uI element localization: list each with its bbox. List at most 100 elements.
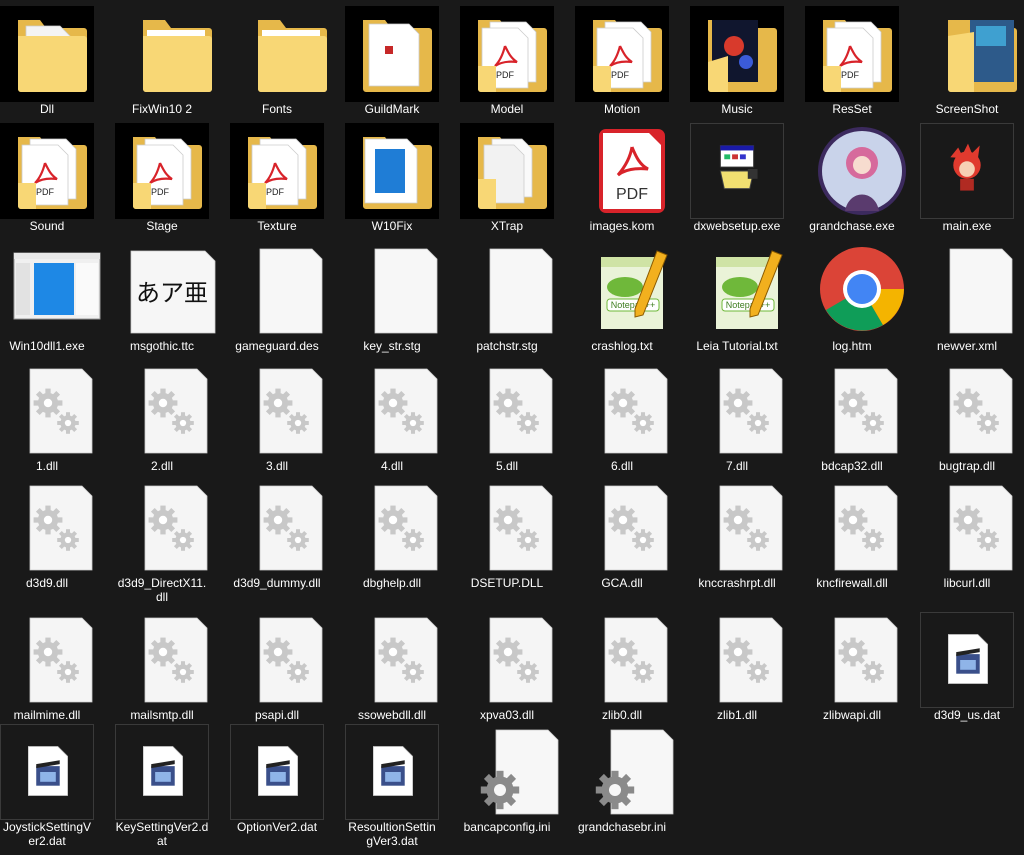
file-item[interactable]: zlib1.dll	[690, 612, 804, 728]
file-item[interactable]: d3d9_dummy.dll	[230, 480, 344, 596]
file-item[interactable]: KeySettingVer2.dat	[115, 724, 229, 848]
file-name: 2.dll	[150, 459, 173, 473]
file-item[interactable]: PDF Motion	[575, 6, 689, 122]
file-item[interactable]: Win10dll1.exe	[0, 243, 114, 359]
file-item[interactable]: log.htm	[805, 243, 919, 359]
file-item[interactable]: 4.dll	[345, 363, 459, 479]
file-item[interactable]: GCA.dll	[575, 480, 689, 596]
file-item[interactable]: ScreenShot	[920, 6, 1024, 122]
file-item[interactable]: Notepad++ crashlog.txt	[575, 243, 689, 359]
file-item[interactable]: 1.dll	[0, 363, 114, 479]
file-item[interactable]: FixWin10 2	[115, 6, 229, 122]
folder-pdf-icon: PDF	[115, 123, 209, 219]
file-name: GCA.dll	[601, 576, 643, 590]
file-name: Motion	[603, 102, 641, 116]
file-name: Model	[490, 102, 524, 116]
file-name: Music	[721, 102, 753, 116]
file-item[interactable]: knccrashrpt.dll	[690, 480, 804, 596]
file-item[interactable]: 2.dll	[115, 363, 229, 479]
file-item[interactable]: kncfirewall.dll	[805, 480, 919, 596]
file-item[interactable]: Music	[690, 6, 804, 122]
file-item[interactable]: GuildMark	[345, 6, 459, 122]
file-item[interactable]: Notepad++ Leia Tutorial.txt	[690, 243, 804, 359]
blank-file-icon	[920, 243, 1024, 339]
file-item[interactable]: W10Fix	[345, 123, 459, 239]
file-item[interactable]: ResoultionSettingVer3.dat	[345, 724, 459, 848]
file-name: GuildMark	[364, 102, 420, 116]
file-name: JoystickSettingVer2.dat	[2, 820, 92, 848]
file-item[interactable]: DSETUP.DLL	[460, 480, 574, 596]
file-name: kncfirewall.dll	[816, 576, 888, 590]
file-item[interactable]: 6.dll	[575, 363, 689, 479]
file-item[interactable]: dxwebsetup.exe	[690, 123, 804, 239]
game-avatar-icon	[805, 123, 919, 219]
file-grid: Dll FixWin10 2 Fonts GuildMark PDF Model PDF…	[0, 0, 1024, 855]
file-item[interactable]: Dll	[0, 6, 114, 122]
svg-text:PDF: PDF	[266, 187, 285, 197]
file-name: Fonts	[261, 102, 292, 116]
file-item[interactable]: PDF ResSet	[805, 6, 919, 122]
dll-file-icon	[115, 480, 229, 576]
file-item[interactable]: bdcap32.dll	[805, 363, 919, 479]
file-name: Sound	[29, 219, 65, 233]
file-item[interactable]: mailsmtp.dll	[115, 612, 229, 728]
file-item[interactable]: grandchase.exe	[805, 123, 919, 239]
file-item[interactable]: bugtrap.dll	[920, 363, 1024, 479]
file-item[interactable]: psapi.dll	[230, 612, 344, 728]
file-name: mailsmtp.dll	[130, 708, 194, 722]
file-item[interactable]: 3.dll	[230, 363, 344, 479]
file-item[interactable]: dbghelp.dll	[345, 480, 459, 596]
svg-text:PDF: PDF	[841, 70, 860, 80]
file-item[interactable]: あア亜 msgothic.ttc	[115, 243, 229, 359]
file-item[interactable]: d3d9_DirectX11.dll	[115, 480, 229, 604]
file-name: dbghelp.dll	[362, 576, 422, 590]
dll-file-icon	[575, 480, 689, 576]
file-item[interactable]: gameguard.des	[230, 243, 344, 359]
file-name: psapi.dll	[254, 708, 300, 722]
file-item[interactable]: newver.xml	[920, 243, 1024, 359]
dll-file-icon	[575, 363, 689, 459]
file-item[interactable]: d3d9.dll	[0, 480, 114, 596]
dll-file-icon	[805, 480, 919, 576]
file-item[interactable]: PDF Texture	[230, 123, 344, 239]
file-name: zlib0.dll	[601, 708, 643, 722]
file-name: main.exe	[942, 219, 992, 233]
dll-file-icon	[115, 363, 229, 459]
file-name: 5.dll	[495, 459, 518, 473]
file-name: gameguard.des	[235, 339, 319, 353]
file-item[interactable]: d3d9_us.dat	[920, 612, 1024, 728]
folder-blue-icon	[345, 123, 439, 219]
file-item[interactable]: patchstr.stg	[460, 243, 574, 359]
svg-text:PDF: PDF	[496, 70, 515, 80]
file-item[interactable]: libcurl.dll	[920, 480, 1024, 596]
file-item[interactable]: 7.dll	[690, 363, 804, 479]
file-item[interactable]: ssowebdll.dll	[345, 612, 459, 728]
window-exe-icon	[0, 243, 114, 339]
file-name: 4.dll	[380, 459, 403, 473]
file-name: zlibwapi.dll	[822, 708, 882, 722]
file-item[interactable]: PDF images.kom	[575, 123, 689, 239]
file-item[interactable]: key_str.stg	[345, 243, 459, 359]
file-name: newver.xml	[936, 339, 998, 353]
file-name: key_str.stg	[363, 339, 421, 353]
file-item[interactable]: grandchasebr.ini	[575, 724, 689, 840]
file-item[interactable]: bancapconfig.ini	[460, 724, 574, 840]
dll-file-icon	[805, 612, 919, 708]
file-item[interactable]: JoystickSettingVer2.dat	[0, 724, 114, 848]
file-item[interactable]: OptionVer2.dat	[230, 724, 344, 840]
file-item[interactable]: PDF Model	[460, 6, 574, 122]
file-item[interactable]: zlibwapi.dll	[805, 612, 919, 728]
file-item[interactable]: zlib0.dll	[575, 612, 689, 728]
file-item[interactable]: mailmime.dll	[0, 612, 114, 728]
file-item[interactable]: xpva03.dll	[460, 612, 574, 728]
dll-file-icon	[0, 612, 114, 708]
file-item[interactable]: PDF Sound	[0, 123, 114, 239]
file-item[interactable]: XTrap	[460, 123, 574, 239]
file-item[interactable]: PDF Stage	[115, 123, 229, 239]
dll-file-icon	[345, 480, 459, 576]
chrome-file-icon	[805, 243, 919, 339]
file-item[interactable]: main.exe	[920, 123, 1024, 239]
file-item[interactable]: Fonts	[230, 6, 344, 122]
file-item[interactable]: 5.dll	[460, 363, 574, 479]
file-name: patchstr.stg	[476, 339, 538, 353]
